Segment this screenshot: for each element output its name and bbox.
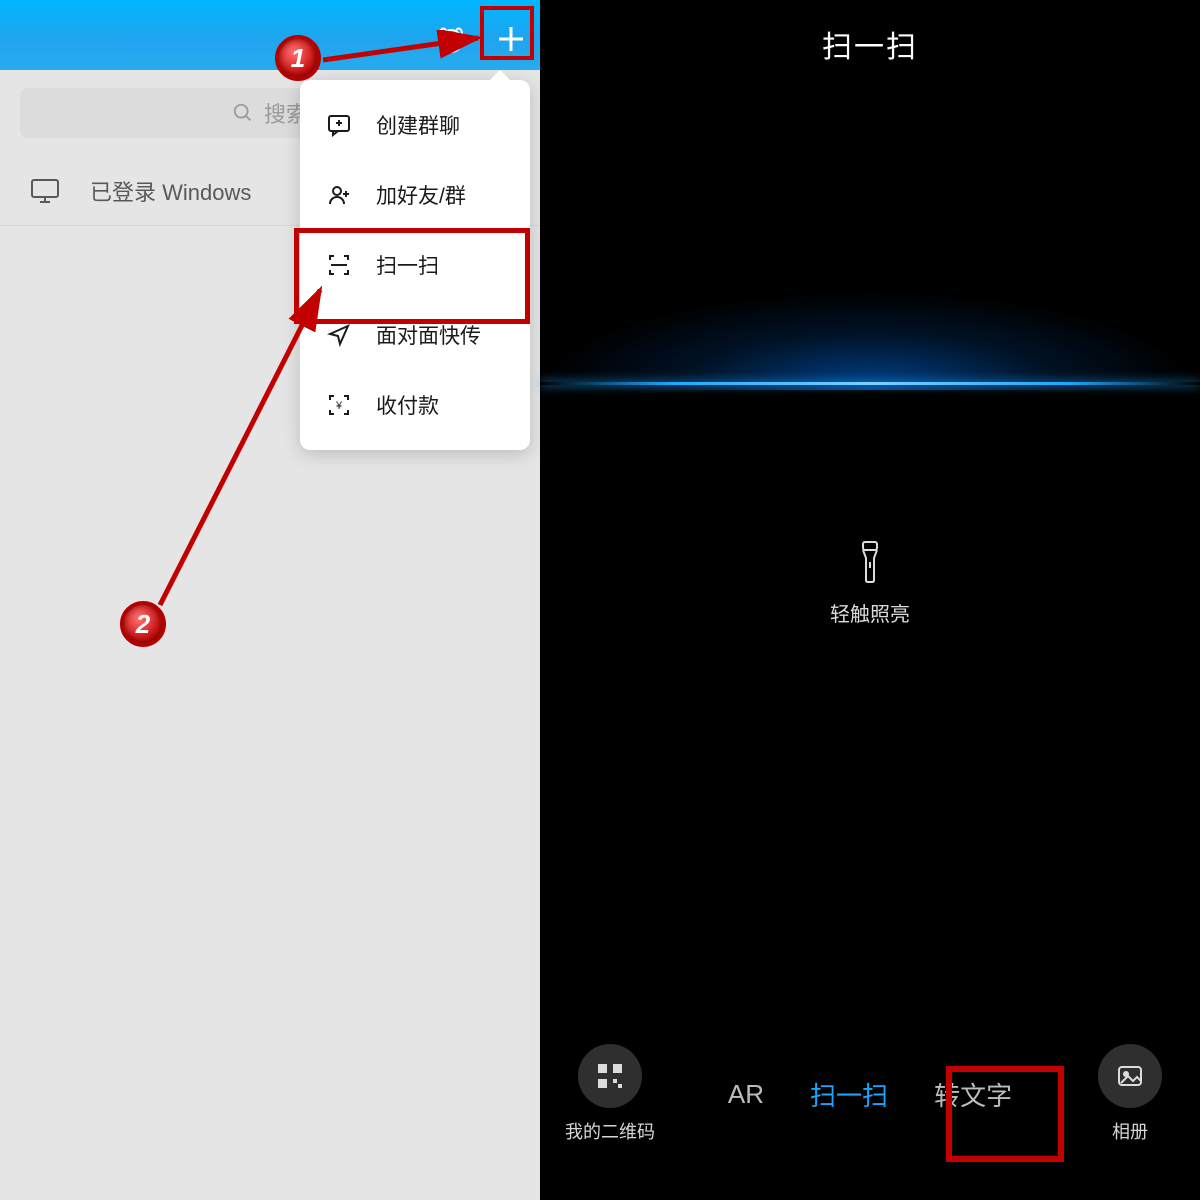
album-button[interactable]: 相册 [1060,1044,1200,1144]
album-label: 相册 [1060,1118,1200,1144]
menu-payment[interactable]: ¥ 收付款 [300,370,530,440]
payment-icon: ¥ [324,390,354,420]
annotation-badge-2: 2 [120,601,166,647]
menu-label: 加好友/群 [376,180,466,210]
scan-line [540,382,1200,385]
mascot-icon[interactable] [432,20,470,58]
add-button[interactable] [492,20,530,58]
menu-label: 收付款 [376,390,439,420]
my-qr-button[interactable]: 我的二维码 [540,1044,680,1144]
login-status-text: 已登录 Windows [90,175,251,207]
menu-face-transfer[interactable]: 面对面快传 [300,300,530,370]
torch-button[interactable]: 轻触照亮 [540,540,1200,627]
plus-dropdown: 创建群聊 加好友/群 扫一扫 面对面快传 ¥ 收付款 [300,80,530,450]
menu-label: 扫一扫 [376,250,439,280]
svg-text:¥: ¥ [335,400,343,412]
menu-add-friend[interactable]: 加好友/群 [300,160,530,230]
send-icon [324,320,354,350]
menu-scan[interactable]: 扫一扫 [300,230,530,300]
left-screenshot: 搜索 已登录 Windows 创建群聊 加好友/群 扫一扫 [0,0,540,1200]
mode-text[interactable]: 转文字 [928,1066,1018,1123]
torch-label: 轻触照亮 [540,598,1200,627]
album-icon [1115,1061,1145,1091]
mode-ar[interactable]: AR [722,1069,770,1120]
scan-glow [540,290,1200,390]
right-screenshot: 扫一扫 轻触照亮 我的二维码 AR 扫一扫 转文字 [540,0,1200,1200]
menu-create-group[interactable]: 创建群聊 [300,90,530,160]
mode-scan[interactable]: 扫一扫 [804,1066,894,1123]
mode-switcher: AR 扫一扫 转文字 [680,1066,1060,1123]
scan-screen-title: 扫一扫 [540,22,1200,66]
create-group-icon [324,110,354,140]
monitor-icon [30,178,60,204]
menu-label: 面对面快传 [376,320,481,350]
bottom-bar: 我的二维码 AR 扫一扫 转文字 相册 [540,1034,1200,1154]
app-header [0,0,540,70]
menu-label: 创建群聊 [376,110,460,140]
my-qr-label: 我的二维码 [540,1118,680,1144]
qr-icon [595,1061,625,1091]
add-friend-icon [324,180,354,210]
scan-icon [324,250,354,280]
flashlight-icon [853,540,887,584]
